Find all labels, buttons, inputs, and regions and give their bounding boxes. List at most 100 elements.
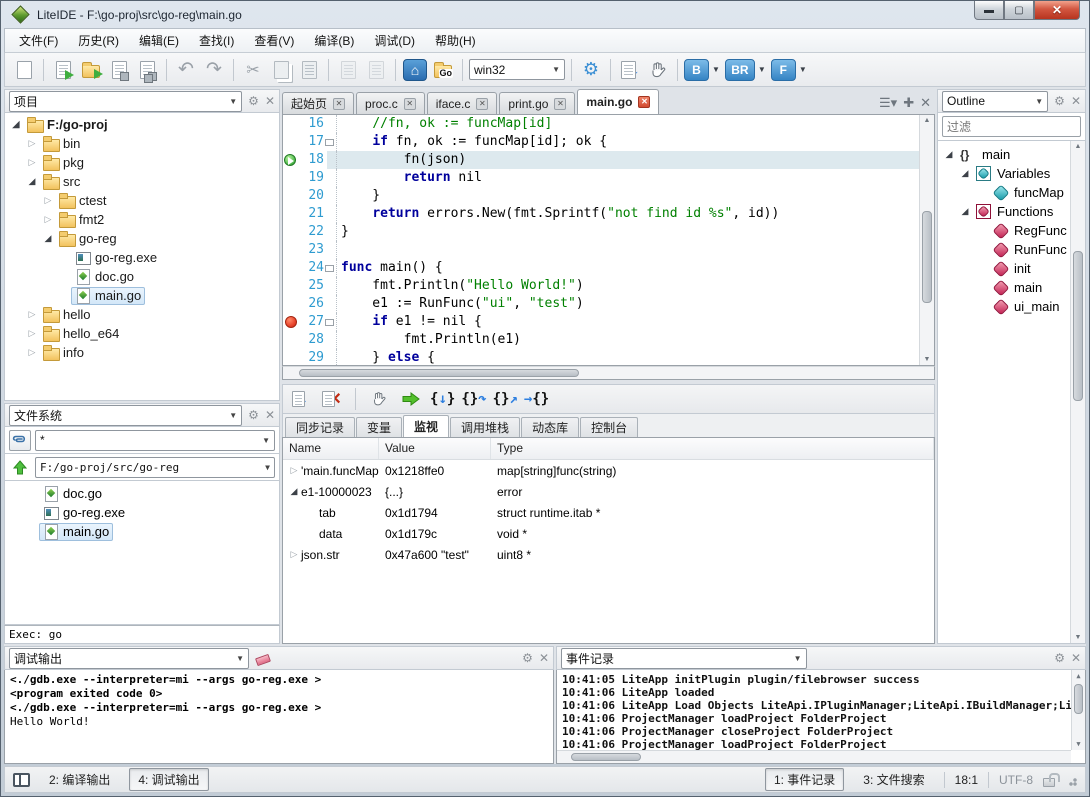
event-log-select[interactable]: 事件记录▼: [561, 648, 807, 669]
project-tree-item[interactable]: ▷hello: [5, 305, 279, 324]
step-over-icon[interactable]: {}↷: [461, 391, 486, 407]
project-tree-item[interactable]: main.go: [5, 286, 279, 305]
project-gear-icon[interactable]: ⚙: [248, 94, 259, 108]
menu-item[interactable]: 查找(I): [189, 29, 244, 52]
tab-close-icon[interactable]: ✕: [476, 98, 488, 110]
continue-icon[interactable]: [398, 386, 424, 412]
outline-item[interactable]: RunFunc: [938, 240, 1070, 259]
project-tree-item[interactable]: ◢go-reg: [5, 229, 279, 248]
debug-output-select[interactable]: 调试输出▼: [9, 648, 249, 669]
close-editor-icon[interactable]: ✕: [920, 95, 931, 111]
event-log-gear-icon[interactable]: ⚙: [1054, 651, 1065, 665]
event-log-close-icon[interactable]: ✕: [1071, 651, 1081, 665]
close-button[interactable]: ✕: [1034, 1, 1080, 20]
gutter-marker[interactable]: [283, 187, 299, 205]
tab-close-icon[interactable]: ✕: [404, 98, 416, 110]
debug-tab[interactable]: 同步记录: [285, 417, 355, 437]
menu-item[interactable]: 帮助(H): [425, 29, 486, 52]
col-value[interactable]: Value: [379, 438, 491, 459]
step-into-icon[interactable]: {↓}: [430, 391, 455, 407]
cut-icon[interactable]: ✂: [240, 57, 266, 83]
outline-vscrollbar[interactable]: ▲ ▼: [1070, 141, 1085, 643]
project-tree-item[interactable]: ▷hello_e64: [5, 324, 279, 343]
expander-icon[interactable]: ◢: [9, 119, 23, 130]
filesystem-path-select[interactable]: F:/go-proj/src/go-reg▼: [35, 457, 275, 478]
insert-watch-icon[interactable]: ↓: [287, 386, 313, 412]
project-tree-item[interactable]: ▷ctest: [5, 191, 279, 210]
code-line[interactable]: 27 if e1 != nil {: [283, 313, 919, 331]
col-name[interactable]: Name: [283, 438, 379, 459]
expander-icon[interactable]: ◢: [958, 206, 972, 217]
col-type[interactable]: Type: [491, 438, 934, 459]
new-file-icon[interactable]: [11, 57, 37, 83]
watch-row[interactable]: ▷'main.funcMap'0x1218ffe0map[string]func…: [283, 460, 934, 481]
build-icon[interactable]: B▼: [684, 57, 723, 83]
event-log-vscrollbar[interactable]: ▲▼: [1071, 670, 1085, 750]
open-file-icon[interactable]: [50, 57, 76, 83]
doc-icon[interactable]: [363, 57, 389, 83]
open-folder-icon[interactable]: [78, 57, 104, 83]
outline-item[interactable]: ◢{}main: [938, 145, 1070, 164]
gutter-marker[interactable]: [283, 277, 299, 295]
debug-output-gear-icon[interactable]: ⚙: [522, 651, 533, 665]
filesystem-item[interactable]: doc.go: [5, 484, 279, 503]
statusbar-event-log[interactable]: 1: 事件记录: [765, 768, 844, 791]
statusbar-build-output[interactable]: 2: 编译输出: [40, 768, 119, 791]
expander-icon[interactable]: ◢: [287, 486, 301, 497]
redo-icon[interactable]: ↷: [201, 57, 227, 83]
link-editor-icon[interactable]: [9, 430, 31, 451]
gutter-marker[interactable]: [283, 151, 299, 169]
expander-icon[interactable]: ▷: [25, 309, 39, 320]
project-tree-item[interactable]: go-reg.exe: [5, 248, 279, 267]
expander-icon[interactable]: ◢: [41, 233, 55, 244]
expander-icon[interactable]: ▷: [25, 328, 39, 339]
code-line[interactable]: 17 if fn, ok := funcMap[id]; ok {: [283, 133, 919, 151]
fold-marker[interactable]: [327, 259, 337, 277]
code-line[interactable]: 24func main() {: [283, 259, 919, 277]
code-line[interactable]: 18 fn(json): [283, 151, 919, 169]
debug-tab[interactable]: 调用堆栈: [450, 417, 520, 437]
menu-item[interactable]: 调试(D): [364, 29, 425, 52]
tab-close-icon[interactable]: ✕: [333, 98, 345, 110]
lock-icon[interactable]: [1043, 778, 1055, 787]
expander-icon[interactable]: ▷: [41, 195, 55, 206]
expander-icon[interactable]: ▷: [287, 465, 301, 476]
editor-tab[interactable]: 起始页✕: [282, 92, 354, 114]
gutter-marker[interactable]: [283, 223, 299, 241]
gutter-marker[interactable]: [283, 205, 299, 223]
tab-close-icon[interactable]: ✕: [554, 98, 566, 110]
breakpoint-icon[interactable]: [285, 316, 297, 328]
editor-tab[interactable]: proc.c✕: [356, 92, 425, 114]
project-panel-select[interactable]: 项目▼: [9, 91, 242, 112]
gutter-marker[interactable]: [283, 259, 299, 277]
expander-icon[interactable]: ▷: [25, 138, 39, 149]
menu-item[interactable]: 文件(F): [9, 29, 68, 52]
outline-close-icon[interactable]: ✕: [1071, 94, 1081, 108]
pause-icon[interactable]: [366, 386, 392, 412]
toggle-panels-icon[interactable]: [13, 773, 30, 787]
clear-output-icon[interactable]: [255, 652, 269, 664]
project-tree-item[interactable]: ◢F:/go-proj: [5, 115, 279, 134]
menu-item[interactable]: 历史(R): [68, 29, 129, 52]
split-add-icon[interactable]: ✚: [903, 95, 914, 111]
code-line[interactable]: 22}: [283, 223, 919, 241]
filesystem-filter-select[interactable]: *▼: [35, 430, 275, 451]
project-tree-item[interactable]: doc.go: [5, 267, 279, 286]
go-env-icon[interactable]: Go: [430, 57, 456, 83]
minimize-button[interactable]: ▬: [974, 1, 1004, 20]
step-out-icon[interactable]: {}↗: [493, 391, 518, 407]
copy-icon[interactable]: [268, 57, 294, 83]
debug-tab[interactable]: 变量: [356, 417, 402, 437]
fold-marker[interactable]: [327, 133, 337, 151]
gear-icon[interactable]: ⚙: [578, 57, 604, 83]
expander-icon[interactable]: ▷: [25, 347, 39, 358]
statusbar-debug-output[interactable]: 4: 调试输出: [129, 768, 208, 791]
code-line[interactable]: 23: [283, 241, 919, 259]
expander-icon[interactable]: ▷: [287, 549, 301, 560]
up-dir-icon[interactable]: [9, 457, 31, 478]
debug-tab[interactable]: 控制台: [580, 417, 638, 437]
filesystem-item[interactable]: main.go: [5, 522, 279, 541]
watch-row[interactable]: data0x1d179cvoid *: [283, 523, 934, 544]
save-all-icon[interactable]: [134, 57, 160, 83]
comment-icon[interactable]: [335, 57, 361, 83]
